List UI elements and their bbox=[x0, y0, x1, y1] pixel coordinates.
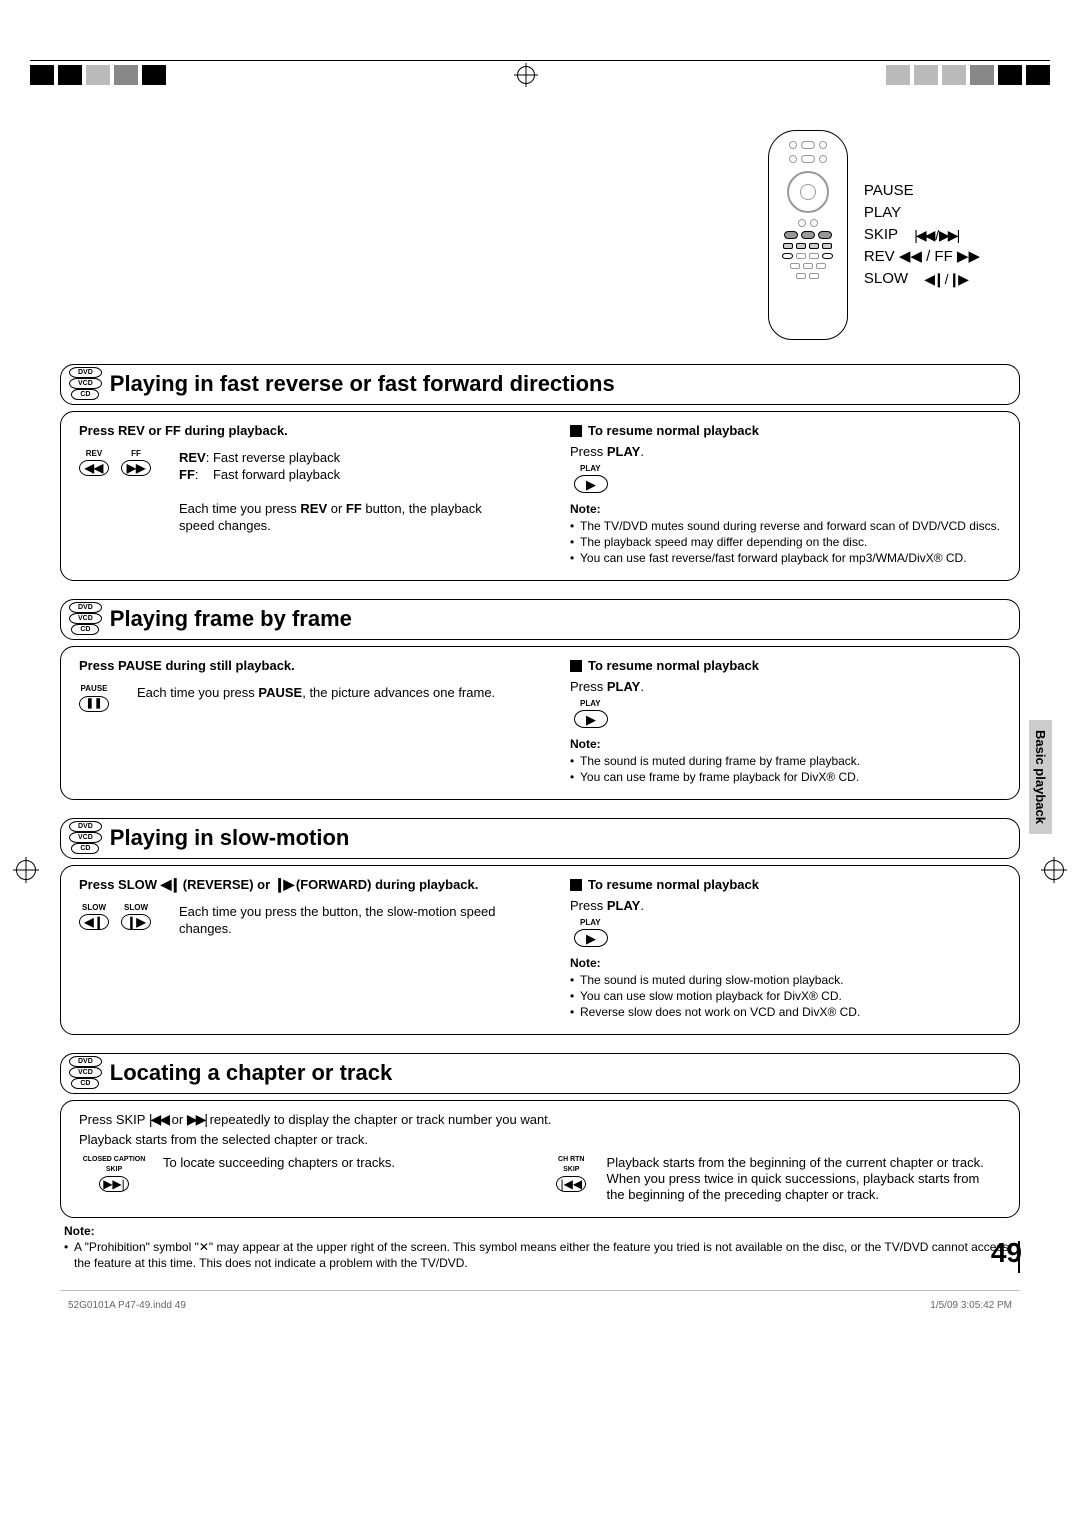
pause-button-icon: ❚❚ bbox=[79, 696, 109, 712]
footer-file: 52G0101A P47-49.indd 49 bbox=[68, 1300, 186, 1311]
skip-fwd-button-icon: ▶▶| bbox=[99, 1176, 129, 1192]
remote-label-slow: SLOW ◀❙ / ❙▶ bbox=[864, 268, 980, 290]
remote-label-play: PLAY bbox=[864, 202, 980, 224]
s1-left-lead: Press REV or FF during playback. bbox=[79, 422, 510, 439]
ff-button-icon: ▶▶ bbox=[121, 460, 151, 476]
remote-label-skip: SKIP |◀◀ / ▶▶| bbox=[864, 224, 980, 246]
skip-back-button-icon: |◀◀ bbox=[556, 1176, 586, 1192]
remote-label-list: PAUSE PLAY SKIP |◀◀ / ▶▶| REV ◀◀ / FF ▶▶… bbox=[864, 180, 980, 290]
remote-diagram: PAUSE PLAY SKIP |◀◀ / ▶▶| REV ◀◀ / FF ▶▶… bbox=[60, 130, 1020, 340]
s1-notes: The TV/DVD mutes sound during reverse an… bbox=[570, 518, 1001, 566]
section-slow-motion: DVD VCD CD Playing in slow-motion Press … bbox=[60, 818, 1020, 1035]
remote-label-rev-ff: REV ◀◀ / FF ▶▶ bbox=[864, 246, 980, 268]
remote-label-pause: PAUSE bbox=[864, 180, 980, 202]
play-button-icon: ▶ bbox=[574, 475, 608, 493]
slow-rev-button-icon: ◀❙ bbox=[79, 914, 109, 930]
side-tab: Basic playback bbox=[1029, 720, 1052, 834]
section-title: Playing in slow-motion bbox=[110, 825, 350, 851]
play-button-icon: ▶ bbox=[574, 710, 608, 728]
section-title: Playing in fast reverse or fast forward … bbox=[110, 371, 615, 397]
slow-fwd-button-icon: ❙▶ bbox=[121, 914, 151, 930]
section-fast-scan: DVD VCD CD Playing in fast reverse or fa… bbox=[60, 364, 1020, 581]
section-frame-by-frame: DVD VCD CD Playing frame by frame Press … bbox=[60, 599, 1020, 800]
footer-timestamp: 1/5/09 3:05:42 PM bbox=[930, 1300, 1012, 1311]
registration-mark-right bbox=[1044, 860, 1064, 880]
section-locate-chapter: DVD VCD CD Locating a chapter or track P… bbox=[60, 1053, 1020, 1271]
disc-badges: DVD VCD CD bbox=[69, 367, 102, 400]
play-button-icon: ▶ bbox=[574, 929, 608, 947]
bullet-icon bbox=[570, 425, 582, 437]
registration-mark-left bbox=[16, 860, 36, 880]
section-title: Locating a chapter or track bbox=[110, 1060, 392, 1086]
crop-marks bbox=[30, 60, 1050, 88]
section-title: Playing frame by frame bbox=[110, 606, 352, 632]
remote-outline bbox=[768, 130, 848, 340]
rev-button-icon: ◀◀ bbox=[79, 460, 109, 476]
